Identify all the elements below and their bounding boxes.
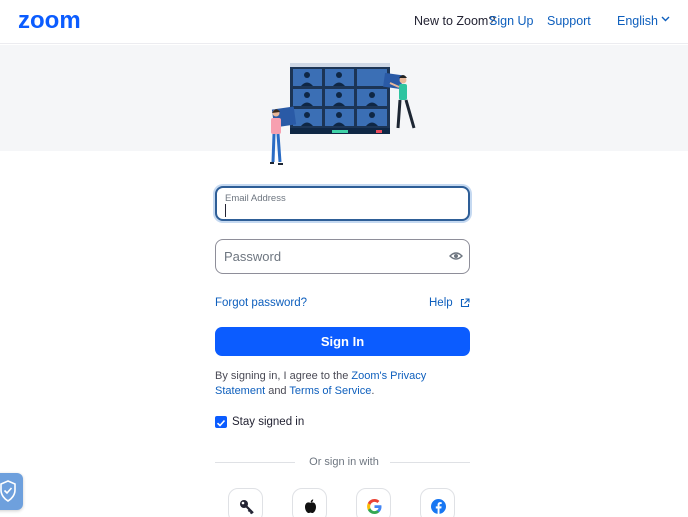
apple-sign-in-button[interactable] xyxy=(292,488,327,517)
email-field[interactable]: Email Address xyxy=(215,186,470,221)
zoom-logo[interactable]: zoom xyxy=(18,7,100,39)
forgot-password-link[interactable]: Forgot password? xyxy=(215,297,307,309)
sso-sign-in-button[interactable] xyxy=(228,488,263,517)
terms-prefix: By signing in, I agree to the xyxy=(215,370,352,382)
terms-suffix: . xyxy=(371,385,375,397)
zoom-logo-mark: zoom xyxy=(18,7,81,34)
checkmark-icon xyxy=(216,419,226,427)
terms-of-service-link[interactable]: Terms of Service xyxy=(289,385,371,397)
stay-signed-in-label[interactable]: Stay signed in xyxy=(232,416,304,428)
apple-icon xyxy=(305,499,316,514)
password-input[interactable] xyxy=(216,240,469,273)
chevron-down-icon[interactable] xyxy=(661,16,670,22)
shield-check-icon xyxy=(0,480,16,502)
svg-text:zoom: zoom xyxy=(18,8,81,34)
top-header: zoom New to Zoom? Sign Up Support Englis… xyxy=(0,0,688,44)
new-to-zoom-text: New to Zoom? xyxy=(414,14,496,28)
sign-in-button[interactable]: Sign In xyxy=(215,327,470,356)
help-link[interactable]: Help xyxy=(429,297,453,309)
divider-right xyxy=(390,462,470,463)
language-selector[interactable]: English xyxy=(617,14,658,28)
security-badge-button[interactable] xyxy=(0,473,23,510)
sign-up-link[interactable]: Sign Up xyxy=(489,14,533,28)
or-sign-in-with-text: Or sign in with xyxy=(309,456,379,468)
external-link-icon[interactable] xyxy=(460,298,470,308)
support-link[interactable]: Support xyxy=(547,14,591,28)
eye-icon[interactable] xyxy=(449,249,463,263)
terms-and: and xyxy=(265,385,290,397)
email-input[interactable] xyxy=(217,188,468,219)
stay-signed-in-checkbox[interactable] xyxy=(215,416,227,428)
password-field[interactable] xyxy=(215,239,470,274)
key-icon xyxy=(240,500,254,515)
google-icon xyxy=(367,499,382,514)
facebook-sign-in-button[interactable] xyxy=(420,488,455,517)
video-meeting-illustration xyxy=(270,63,416,165)
terms-notice: By signing in, I agree to the Zoom's Pri… xyxy=(215,369,475,399)
google-sign-in-button[interactable] xyxy=(356,488,391,517)
facebook-icon xyxy=(431,499,446,514)
